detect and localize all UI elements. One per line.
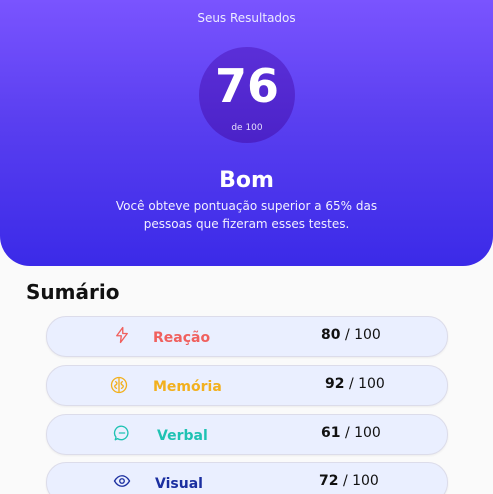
- summary-item-label: Visual: [155, 476, 203, 492]
- summary-item-verbal[interactable]: Verbal 61 / 100: [46, 414, 448, 455]
- summary-item-label: Memória: [153, 379, 222, 395]
- score-max-label: de 100: [231, 123, 263, 133]
- summary-item-reacao[interactable]: Reação 80 / 100: [46, 316, 448, 357]
- summary-heading: Sumário: [26, 280, 120, 304]
- overall-score: 76: [214, 59, 279, 113]
- score-circle: 76 de 100: [199, 47, 295, 143]
- summary-item-score: 92 / 100: [325, 376, 385, 392]
- summary-item-visual[interactable]: Visual 72 / 100: [46, 462, 448, 494]
- summary-item-label: Verbal: [157, 428, 208, 444]
- results-page: Seus Resultados 76 de 100 Bom Você obtev…: [0, 0, 493, 494]
- summary-item-score: 61 / 100: [321, 425, 381, 441]
- brain-icon: [109, 375, 128, 394]
- lightning-icon: [113, 326, 131, 344]
- eye-icon: [113, 472, 131, 490]
- summary-item-label: Reação: [153, 330, 211, 346]
- summary-item-score: 72 / 100: [319, 473, 379, 489]
- result-description: Você obteve pontuação superior a 65% das…: [115, 199, 378, 231]
- page-title: Seus Resultados: [197, 11, 296, 25]
- chat-bubble-icon: [113, 424, 131, 442]
- rating-label: Bom: [219, 168, 274, 193]
- summary-item-memoria[interactable]: Memória 92 / 100: [46, 365, 448, 406]
- results-header: Seus Resultados 76 de 100 Bom Você obtev…: [0, 0, 493, 266]
- summary-item-score: 80 / 100: [321, 327, 381, 343]
